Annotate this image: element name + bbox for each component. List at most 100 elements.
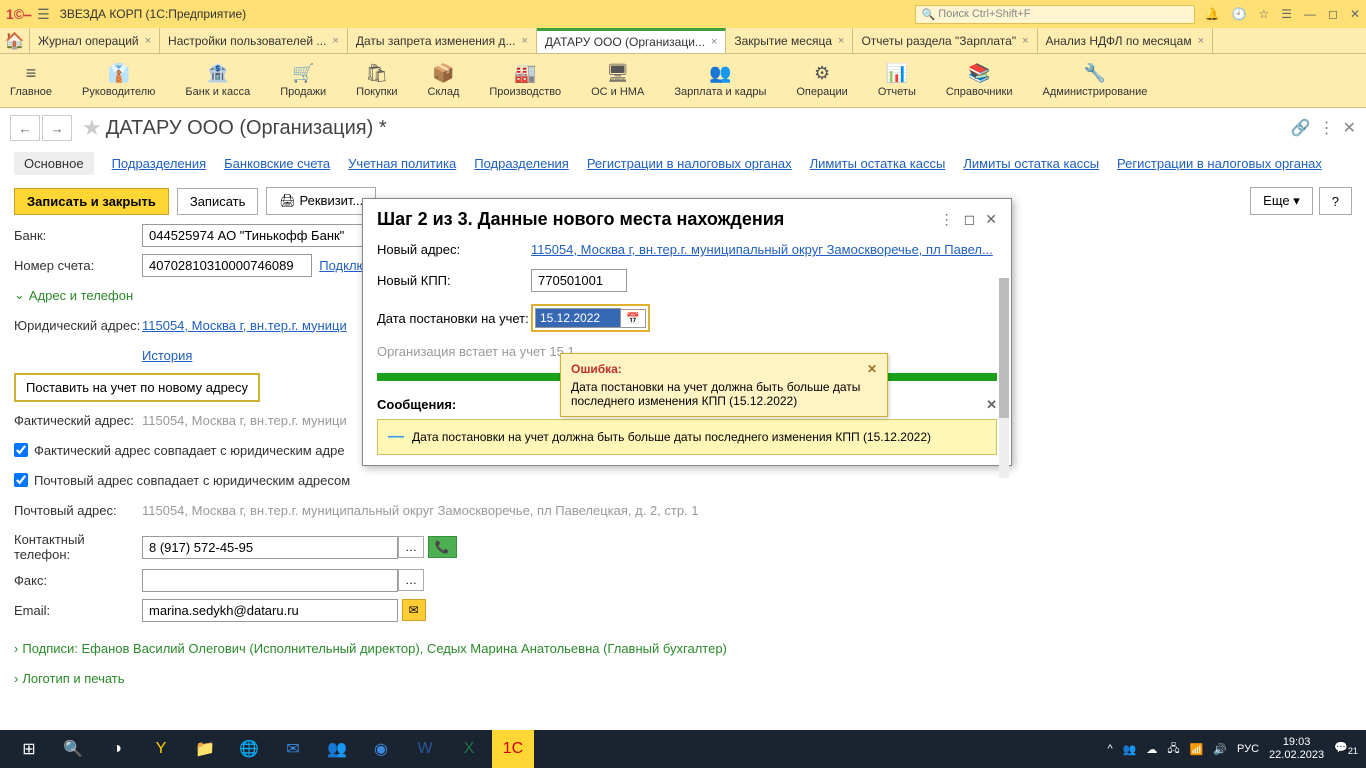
section-assets[interactable]: 🖥ОС и НМА [591, 63, 644, 98]
save-button[interactable]: Записать [177, 188, 259, 215]
tray-clock[interactable]: 19:03 22.02.2023 [1269, 736, 1324, 762]
edge-icon[interactable]: ◉ [360, 730, 402, 768]
email-button[interactable]: ✉ [402, 599, 426, 621]
word-icon[interactable]: W [404, 730, 446, 768]
section-production[interactable]: 🏭Производство [489, 63, 561, 98]
chrome-icon[interactable]: 🌐 [228, 730, 270, 768]
taskbar-search-icon[interactable]: 🔍 [52, 730, 94, 768]
actual-same-checkbox[interactable] [14, 443, 28, 457]
signatures-section[interactable]: Подписи: Ефанов Василий Олегович (Исполн… [22, 641, 727, 656]
tab-close-icon[interactable]: × [711, 36, 717, 48]
bell-icon[interactable]: 🔔 [1205, 7, 1220, 21]
tray-sound-icon[interactable]: 🔊 [1213, 743, 1227, 756]
register-new-address-button[interactable]: Поставить на учет по новому адресу [14, 373, 260, 402]
subnav-accounting-policy[interactable]: Учетная политика [348, 156, 456, 171]
modal-scrollbar[interactable] [999, 278, 1009, 478]
modal-menu-icon[interactable]: ⋮ [940, 211, 954, 228]
nav-forward-button[interactable]: → [42, 115, 72, 141]
subnav-tax-registrations2[interactable]: Регистрации в налоговых органах [1117, 156, 1322, 171]
section-sales[interactable]: 🛒Продажи [280, 63, 326, 98]
taskbar-taskview-icon[interactable]: ◑ [96, 730, 138, 768]
tab-close-icon[interactable]: × [1198, 35, 1204, 47]
tab-close-icon[interactable]: × [332, 35, 338, 47]
tab-close-icon[interactable]: × [521, 35, 527, 47]
tray-wifi-icon[interactable]: 📶 [1190, 743, 1204, 756]
subnav-divisions2[interactable]: Подразделения [474, 156, 569, 171]
subnav-bank-accounts[interactable]: Банковские счета [224, 156, 330, 171]
yandex-icon[interactable]: Y [140, 730, 182, 768]
chevron-down-icon[interactable]: ⌄ [14, 287, 25, 303]
tray-lang[interactable]: РУС [1237, 743, 1259, 755]
close-page-icon[interactable]: ✕ [1343, 118, 1356, 138]
subnav-main[interactable]: Основное [14, 152, 94, 175]
maximize-icon[interactable]: ◻ [1328, 7, 1338, 21]
save-close-button[interactable]: Записать и закрыть [14, 188, 169, 215]
history-link[interactable]: История [142, 348, 192, 363]
outlook-icon[interactable]: ✉ [272, 730, 314, 768]
postal-same-checkbox[interactable] [14, 473, 28, 487]
phone-input[interactable] [142, 536, 398, 559]
subnav-tax-registrations[interactable]: Регистрации в налоговых органах [587, 156, 792, 171]
tab-close-icon[interactable]: × [145, 35, 151, 47]
logo-section[interactable]: Логотип и печать [22, 671, 124, 686]
start-button[interactable]: ⊞ [8, 730, 50, 768]
tab[interactable]: Даты запрета изменения д...× [348, 28, 537, 53]
modal-close-icon[interactable]: ✕ [985, 211, 997, 228]
star-icon[interactable]: ☆ [1258, 7, 1269, 21]
help-button[interactable]: ? [1319, 187, 1352, 215]
section-bank[interactable]: 🏦Банк и касса [185, 63, 250, 98]
global-search[interactable]: 🔍 Поиск Ctrl+Shift+F [915, 5, 1195, 24]
1c-taskbar-icon[interactable]: 1С [492, 730, 534, 768]
section-operations[interactable]: ⚙Операции [796, 63, 847, 98]
section-references[interactable]: 📚Справочники [946, 63, 1013, 98]
tab[interactable]: Журнал операций× [30, 28, 160, 53]
subnav-cash-limits[interactable]: Лимиты остатка кассы [810, 156, 946, 171]
fax-input[interactable] [142, 569, 398, 592]
tray-chevron-icon[interactable]: ^ [1107, 743, 1112, 755]
tray-onedrive-icon[interactable]: ☁ [1146, 743, 1157, 756]
subnav-divisions[interactable]: Подразделения [112, 156, 207, 171]
tray-network-icon[interactable]: 🖧 [1167, 740, 1179, 759]
link-icon[interactable]: 🔗 [1291, 118, 1311, 138]
address-section-title[interactable]: Адрес и телефон [29, 288, 133, 303]
reg-date-input[interactable] [535, 308, 621, 328]
tray-notifications-icon[interactable]: 💬21 [1334, 741, 1358, 756]
section-admin[interactable]: 🔧Администрирование [1043, 63, 1148, 98]
tab[interactable]: Отчеты раздела "Зарплата"× [853, 28, 1037, 53]
fax-more-button[interactable]: … [398, 569, 424, 591]
teams-icon[interactable]: 👥 [316, 730, 358, 768]
excel-icon[interactable]: X [448, 730, 490, 768]
new-addr-link[interactable]: 115054, Москва г, вн.тер.г. муниципальны… [531, 242, 993, 257]
legal-addr-link[interactable]: 115054, Москва г, вн.тер.г. муници [142, 318, 347, 333]
new-kpp-input[interactable] [531, 269, 627, 292]
tab-close-icon[interactable]: × [1022, 35, 1028, 47]
section-purchase[interactable]: 🛍Покупки [356, 63, 397, 98]
tab[interactable]: Настройки пользователей ...× [160, 28, 348, 53]
nav-back-button[interactable]: ← [10, 115, 40, 141]
modal-maximize-icon[interactable]: ◻ [964, 211, 976, 228]
minimize-icon[interactable]: — [1304, 7, 1316, 21]
dial-button[interactable]: 📞 [428, 536, 457, 558]
chevron-right-icon[interactable]: › [14, 641, 18, 656]
email-input[interactable] [142, 599, 398, 622]
explorer-icon[interactable]: 📁 [184, 730, 226, 768]
favorite-star-icon[interactable]: ★ [82, 115, 102, 141]
tray-teams-icon[interactable]: 👥 [1123, 743, 1137, 756]
message-item[interactable]: — Дата постановки на учет должна быть бо… [377, 419, 997, 455]
calendar-icon[interactable]: 📅 [621, 309, 646, 328]
chevron-right-icon[interactable]: › [14, 671, 18, 686]
tab[interactable]: Анализ НДФЛ по месяцам× [1038, 28, 1213, 53]
history-icon[interactable]: 🕘 [1231, 7, 1246, 21]
tab[interactable]: Закрытие месяца× [726, 28, 853, 53]
more-button[interactable]: Еще ▾ [1250, 187, 1313, 215]
tab-close-icon[interactable]: × [838, 35, 844, 47]
filter-icon[interactable]: ☰ [1281, 7, 1292, 21]
phone-more-button[interactable]: … [398, 536, 424, 558]
tab-active[interactable]: ДАТАРУ ООО (Организаци...× [537, 28, 726, 53]
section-manager[interactable]: 👔Руководителю [82, 63, 155, 98]
section-warehouse[interactable]: 📦Склад [428, 63, 460, 98]
account-input[interactable] [142, 254, 312, 277]
section-hr[interactable]: 👥Зарплата и кадры [674, 63, 766, 98]
home-tab[interactable]: 🏠 [0, 28, 30, 53]
menu-dots-icon[interactable]: ⋮ [1319, 118, 1335, 138]
